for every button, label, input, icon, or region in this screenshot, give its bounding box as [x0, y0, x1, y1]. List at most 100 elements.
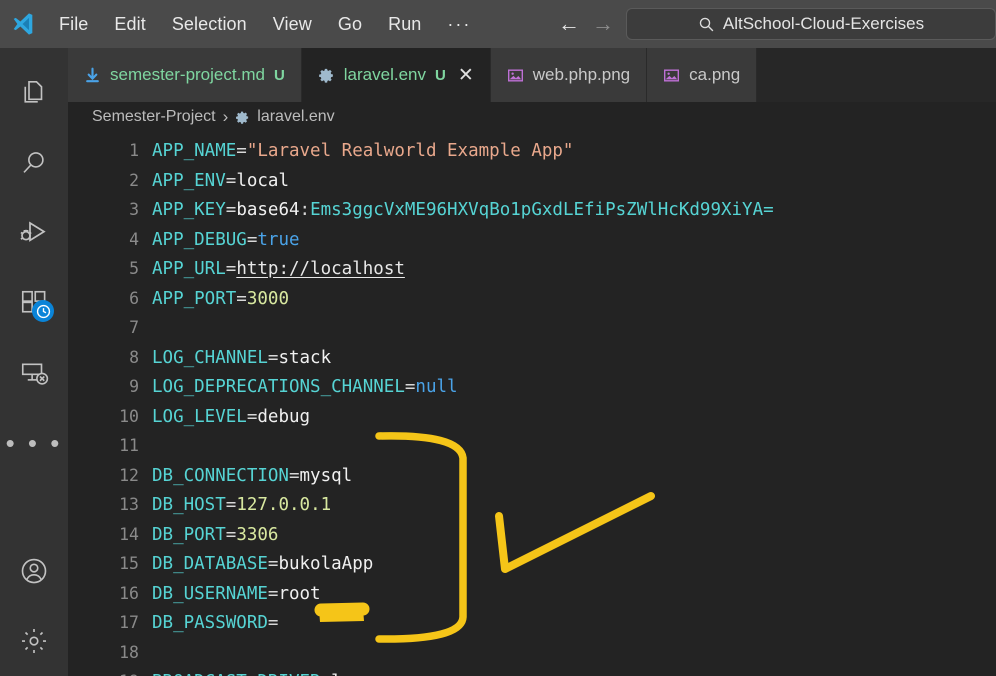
line-content[interactable]: DB_CONNECTION=mysql: [152, 462, 352, 492]
tab-label: laravel.env: [343, 65, 426, 84]
menu-view[interactable]: View: [260, 10, 325, 39]
gear-icon: [235, 110, 250, 125]
gear-icon: [318, 67, 335, 84]
code-token: debug: [257, 406, 311, 427]
code-lines: 1 APP_NAME="Laravel Realworld Example App…: [68, 132, 996, 676]
code-token: stack: [278, 347, 332, 368]
code-token: =: [225, 170, 237, 191]
sidebar-item-manage-settings[interactable]: [0, 606, 68, 676]
line-content[interactable]: APP_NAME="Laravel Realworld Example App": [152, 137, 573, 167]
remote-explorer-icon: [19, 358, 49, 388]
line-content[interactable]: APP_DEBUG=true: [152, 226, 300, 256]
code-token: =: [267, 613, 279, 633]
code-line: 7: [68, 313, 996, 343]
line-content[interactable]: APP_KEY=base64:Ems3ggcVxME96HXVqBo1pGxdL…: [152, 196, 774, 226]
code-token: LOG_DEPRECATIONS_CHANNEL: [152, 377, 405, 397]
code-token: APP_KEY: [152, 200, 226, 220]
line-content[interactable]: DB_DATABASE=bukolaApp: [152, 550, 373, 580]
activity-bar: • • •: [0, 48, 68, 676]
line-content[interactable]: DB_PORT=3306: [152, 521, 278, 551]
menu-run[interactable]: Run: [375, 10, 434, 39]
code-token: root: [278, 583, 321, 604]
code-token: "Laravel Realworld Example App": [246, 141, 574, 161]
command-center[interactable]: AltSchool-Cloud-Exercises: [626, 8, 996, 40]
code-token: :: [299, 200, 311, 220]
tab-label: web.php.png: [532, 65, 631, 84]
run-debug-icon: [18, 217, 50, 249]
sidebar-item-accounts[interactable]: [0, 536, 68, 606]
tab-label: semester-project.md: [110, 65, 265, 84]
line-content[interactable]: APP_URL=http://localhost: [152, 255, 405, 285]
line-number: 19: [68, 667, 152, 676]
code-token: true: [257, 229, 300, 250]
sidebar-item-more-views[interactable]: • • •: [0, 408, 68, 478]
line-content[interactable]: DB_HOST=127.0.0.1: [152, 491, 331, 521]
arrow-left-icon[interactable]: ←: [552, 9, 586, 39]
tab-laravel-env[interactable]: laravel.env U ✕: [301, 48, 491, 102]
line-content[interactable]: APP_PORT=3000: [152, 285, 289, 315]
line-content[interactable]: LOG_DEPRECATIONS_CHANNEL=null: [152, 373, 458, 403]
line-number: 15: [119, 554, 139, 573]
code-token: DB_USERNAME: [152, 583, 268, 604]
line-content[interactable]: APP_ENV=local: [152, 167, 289, 197]
line-number: 7: [129, 318, 139, 337]
code-token: mysql: [299, 465, 353, 486]
tab-ca-png[interactable]: ca.png: [647, 48, 758, 102]
image-icon: [507, 67, 524, 84]
menu-selection[interactable]: Selection: [159, 10, 260, 39]
tab-semester-project-md[interactable]: semester-project.md U: [68, 48, 302, 102]
menu-edit[interactable]: Edit: [101, 10, 158, 39]
code-token: DB_PORT: [152, 524, 226, 545]
line-content[interactable]: LOG_LEVEL=debug: [152, 403, 310, 433]
sidebar-item-run-and-debug[interactable]: [0, 198, 68, 268]
line-number: 14: [119, 524, 139, 544]
code-token: LOG_LEVEL: [152, 406, 247, 427]
code-token: =: [267, 347, 279, 368]
tab-web-php-png[interactable]: web.php.png: [490, 48, 648, 102]
sidebar-item-extensions[interactable]: [0, 268, 68, 338]
code-token: APP_ENV: [152, 170, 226, 191]
menu-more-icon[interactable]: ···: [434, 15, 484, 33]
line-content[interactable]: BROADCAST_DRIVER=log: [152, 668, 363, 676]
menu-file[interactable]: File: [46, 10, 101, 39]
code-editor[interactable]: 1 APP_NAME="Laravel Realworld Example App…: [68, 132, 996, 676]
code-line: 11: [68, 431, 996, 461]
line-number: 13: [119, 495, 139, 514]
code-token: null: [415, 377, 458, 397]
sidebar-item-explorer[interactable]: [0, 58, 68, 128]
code-line: 2 APP_ENV=local: [68, 166, 996, 196]
menu-go[interactable]: Go: [325, 10, 375, 39]
tab-label: ca.png: [689, 65, 741, 84]
line-number: 5: [129, 259, 139, 278]
sidebar-item-search[interactable]: [0, 128, 68, 198]
code-token: =: [236, 141, 247, 161]
tab-bar: semester-project.md U laravel.env U ✕ we…: [68, 48, 996, 102]
arrow-right-icon[interactable]: →: [586, 9, 620, 39]
code-token: LOG_CHANNEL: [152, 347, 268, 368]
code-token: =: [225, 259, 237, 279]
clock-badge-icon: [32, 300, 54, 322]
code-token: DB_HOST: [152, 495, 226, 515]
line-number: 9: [129, 377, 139, 396]
close-icon[interactable]: ✕: [458, 66, 474, 85]
line-number: 18: [119, 642, 139, 662]
gear-icon: [19, 626, 49, 656]
line-number: 1: [129, 141, 139, 160]
breadcrumb-folder[interactable]: Semester-Project: [92, 108, 216, 126]
code-token: DB_DATABASE: [152, 554, 268, 574]
line-number: 8: [129, 347, 139, 367]
code-token: BROADCAST_DRIVER: [152, 672, 321, 676]
code-token: bukolaApp: [278, 554, 374, 574]
line-content[interactable]: LOG_CHANNEL=stack: [152, 344, 331, 374]
account-icon: [19, 556, 49, 586]
breadcrumb-file[interactable]: laravel.env: [257, 108, 334, 126]
line-content[interactable]: DB_USERNAME=root: [152, 580, 321, 610]
code-token: =: [321, 672, 332, 676]
code-line: 17 DB_PASSWORD=: [68, 608, 996, 638]
line-number: 4: [129, 229, 139, 249]
line-number: 2: [129, 170, 139, 190]
code-token: APP_NAME: [152, 141, 237, 161]
line-content[interactable]: DB_PASSWORD=: [152, 609, 278, 639]
sidebar-item-remote-explorer[interactable]: [0, 338, 68, 408]
code-token: Ems3ggcVxME96HXVqBo1pGxdLEfiPsZWlHcKd99X…: [310, 200, 774, 220]
